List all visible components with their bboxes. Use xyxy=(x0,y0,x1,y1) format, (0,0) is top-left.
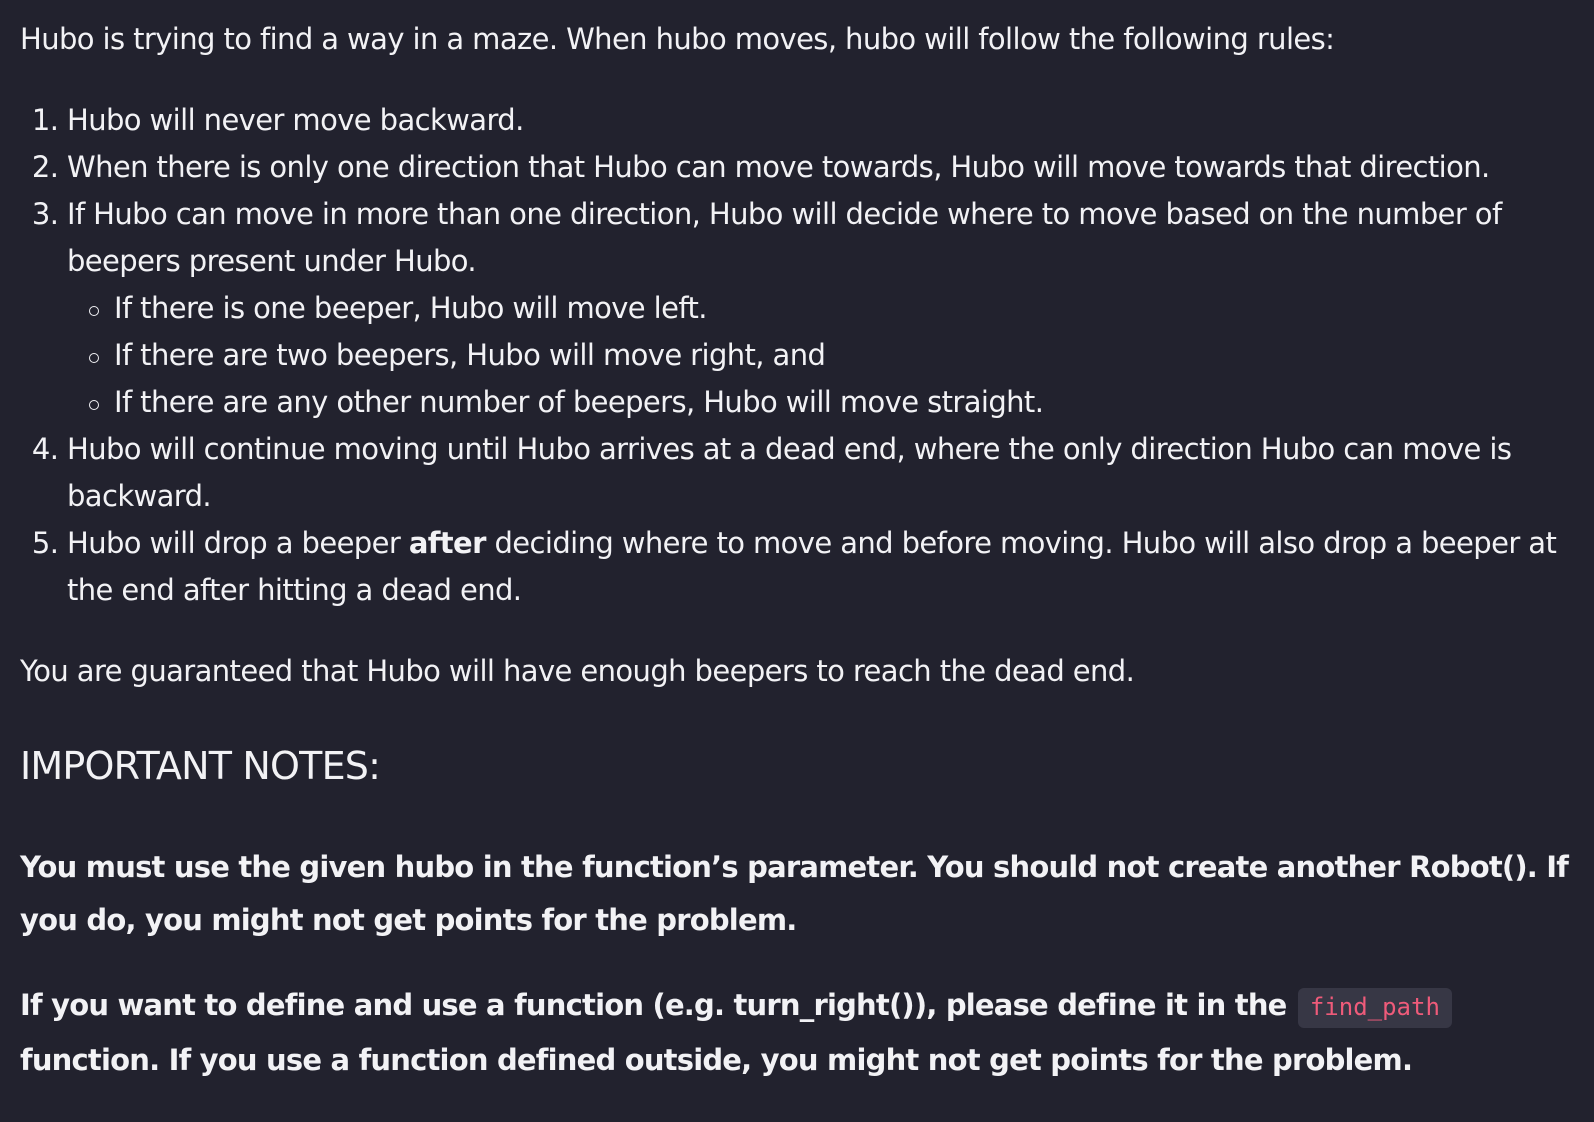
inline-code-find-path: find_path xyxy=(1297,988,1452,1028)
rule-item: When there is only one direction that Hu… xyxy=(67,144,1594,191)
beeper-sub-rules: If there is one beeper, Hubo will move l… xyxy=(67,285,1594,426)
note-robot-parameter: You must use the given hubo in the funct… xyxy=(20,850,1569,937)
sub-rule-item: If there are two beepers, Hubo will move… xyxy=(87,332,1594,379)
sub-rule-item: If there is one beeper, Hubo will move l… xyxy=(87,285,1594,332)
rule-item: If Hubo can move in more than one direct… xyxy=(67,191,1594,426)
sub-rule-item: If there are any other number of beepers… xyxy=(87,379,1594,426)
rule-text: If Hubo can move in more than one direct… xyxy=(67,197,1502,278)
rule-emphasis: after xyxy=(408,526,487,560)
note-function-definition: If you want to define and use a function… xyxy=(20,979,1594,1087)
rule-text: Hubo will never move backward. xyxy=(67,103,524,137)
rule-item: Hubo will drop a beeper after deciding w… xyxy=(67,520,1594,614)
rule-item: Hubo will continue moving until Hubo arr… xyxy=(67,426,1594,520)
note-text-end: function. If you use a function defined … xyxy=(20,1043,1413,1077)
note-text-start: If you want to define and use a function… xyxy=(20,988,1296,1022)
rule-text: Hubo will continue moving until Hubo arr… xyxy=(67,432,1512,513)
rule-text-start: Hubo will drop a beeper xyxy=(67,526,409,560)
rules-list: Hubo will never move backward. When ther… xyxy=(20,97,1594,614)
problem-description: Hubo is trying to find a way in a maze. … xyxy=(0,0,1594,1122)
rule-item: Hubo will never move backward. xyxy=(67,97,1594,144)
guarantee-text: You are guaranteed that Hubo will have e… xyxy=(20,654,1135,688)
intro-text: Hubo is trying to find a way in a maze. … xyxy=(20,22,1335,56)
rule-text: When there is only one direction that Hu… xyxy=(67,150,1490,184)
important-notes-heading: IMPORTANT NOTES: xyxy=(20,744,381,788)
